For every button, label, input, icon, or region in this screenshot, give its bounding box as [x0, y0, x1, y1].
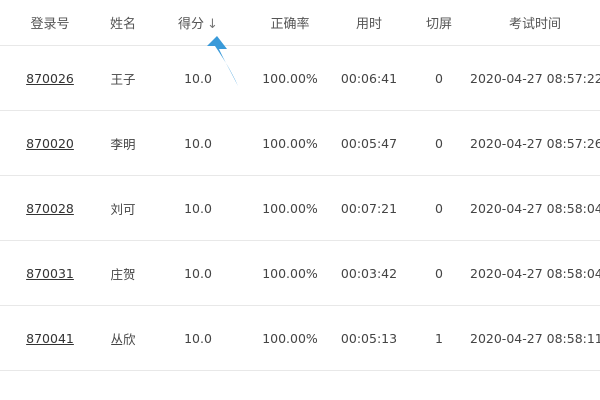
accuracy-cell: 100.00%	[262, 70, 318, 86]
table-row: 870026 王子 10.0 100.00% 00:06:41 0 2020-0…	[0, 46, 600, 111]
login-id-cell: 870028	[0, 201, 100, 216]
name-cell: 庄贺	[110, 266, 136, 282]
login-id-cell: 870041	[0, 331, 100, 346]
exam-time-cell: 2020-04-27 08:57:22	[470, 70, 600, 86]
table-header-row: 登录号 姓名 得分 ↓ 正确率 用时 切屏 考试时间	[0, 0, 600, 46]
arrow-down-icon[interactable]: ↓	[207, 17, 218, 32]
header-switch-screen[interactable]: 切屏	[408, 13, 470, 32]
login-id-cell: 870031	[0, 266, 100, 281]
name-cell: 丛欣	[110, 331, 136, 347]
table-row: 870020 李明 10.0 100.00% 00:05:47 0 2020-0…	[0, 111, 600, 176]
exam-time-cell: 2020-04-27 08:58:04	[470, 200, 600, 216]
header-accuracy[interactable]: 正确率	[250, 13, 330, 32]
login-id-cell: 870026	[0, 71, 100, 86]
time-used-cell: 00:03:42	[340, 265, 398, 281]
switch-screen-cell: 1	[435, 330, 443, 346]
exam-time-cell: 2020-04-27 08:58:04	[470, 265, 600, 281]
login-id-link[interactable]: 870041	[26, 331, 74, 346]
name-cell: 李明	[110, 136, 136, 152]
name-cell: 刘可	[110, 201, 136, 217]
score-cell: 10.0	[184, 135, 212, 151]
header-login-id[interactable]: 登录号	[0, 13, 100, 32]
header-time-used[interactable]: 用时	[330, 13, 408, 32]
accuracy-cell: 100.00%	[262, 200, 318, 216]
header-name[interactable]: 姓名	[100, 13, 146, 32]
login-id-link[interactable]: 870028	[26, 201, 74, 216]
time-used-cell: 00:06:41	[340, 70, 398, 86]
login-id-link[interactable]: 870020	[26, 136, 74, 151]
score-cell: 10.0	[184, 200, 212, 216]
time-used-cell: 00:05:13	[340, 330, 398, 346]
login-id-link[interactable]: 870031	[26, 266, 74, 281]
score-cell: 10.0	[184, 70, 212, 86]
table-row: 870041 丛欣 10.0 100.00% 00:05:13 1 2020-0…	[0, 306, 600, 371]
accuracy-cell: 100.00%	[262, 265, 318, 281]
login-id-link[interactable]: 870026	[26, 71, 74, 86]
score-cell: 10.0	[184, 330, 212, 346]
header-score[interactable]: 得分 ↓	[146, 13, 250, 32]
switch-screen-cell: 0	[435, 70, 443, 86]
switch-screen-cell: 0	[435, 265, 443, 281]
name-cell: 王子	[110, 71, 136, 87]
login-id-cell: 870020	[0, 136, 100, 151]
table-row: 870031 庄贺 10.0 100.00% 00:03:42 0 2020-0…	[0, 241, 600, 306]
switch-screen-cell: 0	[435, 135, 443, 151]
accuracy-cell: 100.00%	[262, 330, 318, 346]
accuracy-cell: 100.00%	[262, 135, 318, 151]
results-table: 登录号 姓名 得分 ↓ 正确率 用时 切屏 考试时间 870026 王子 10.0…	[0, 0, 600, 400]
header-score-label: 得分	[178, 17, 205, 32]
time-used-cell: 00:07:21	[340, 200, 398, 216]
table-row: 870028 刘可 10.0 100.00% 00:07:21 0 2020-0…	[0, 176, 600, 241]
switch-screen-cell: 0	[435, 200, 443, 216]
exam-time-cell: 2020-04-27 08:57:26	[470, 135, 600, 151]
header-exam-time[interactable]: 考试时间	[470, 13, 600, 32]
exam-time-cell: 2020-04-27 08:58:11	[470, 330, 600, 346]
score-cell: 10.0	[184, 265, 212, 281]
time-used-cell: 00:05:47	[340, 135, 398, 151]
